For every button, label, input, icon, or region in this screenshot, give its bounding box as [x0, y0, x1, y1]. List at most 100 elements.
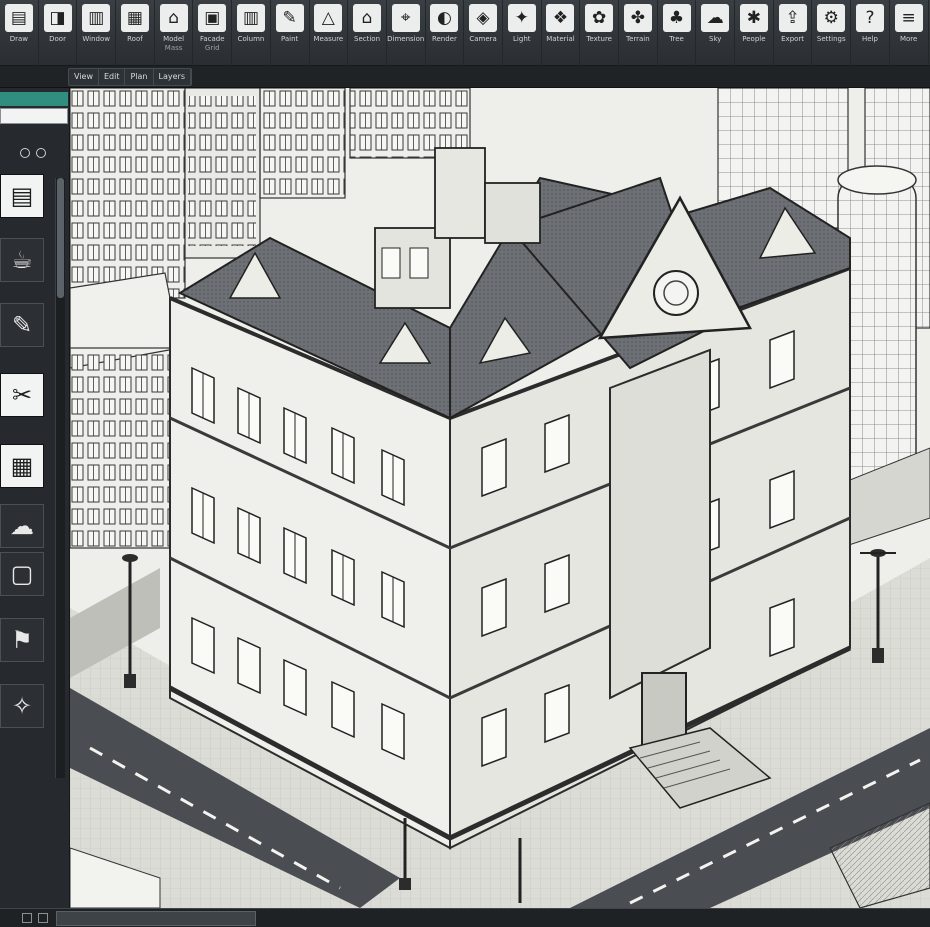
help-icon: ?: [855, 4, 884, 32]
tool-label: More: [899, 35, 918, 43]
status-tab[interactable]: [56, 910, 256, 926]
fixture-icon: ☕: [11, 246, 33, 274]
wall-icon: ▤: [4, 4, 33, 32]
library-item-spark[interactable]: ✧: [0, 684, 44, 728]
block-icon: ▦: [10, 452, 34, 480]
tree-icon: ♣: [662, 4, 691, 32]
tool-label: Paint: [280, 35, 299, 43]
library-item-block[interactable]: ▦: [0, 444, 44, 488]
tab-edit[interactable]: Edit: [99, 69, 126, 85]
tool-label: Roof: [127, 35, 143, 43]
door-icon: ◨: [43, 4, 72, 32]
tool-label: Measure: [313, 35, 344, 43]
grid-toggle-icon[interactable]: [38, 913, 48, 923]
tool-camera-button[interactable]: ◈ Camera: [464, 0, 503, 66]
facade-icon: ▣: [198, 4, 227, 32]
tool-dimension-button[interactable]: ⌖ Dimension: [387, 0, 426, 66]
tool-brush-button[interactable]: ✎ Paint: [271, 0, 310, 66]
camera-icon: ◈: [469, 4, 498, 32]
tool-material-button[interactable]: ❖ Material: [542, 0, 581, 66]
tool-cloud-button[interactable]: ☁ Sky: [696, 0, 736, 66]
tool-render-button[interactable]: ◐ Render: [426, 0, 465, 66]
pen-icon: ✎: [11, 311, 33, 339]
panel-close-icon[interactable]: [36, 148, 46, 158]
tab-layers[interactable]: Layers: [154, 69, 191, 85]
dimension-icon: ⌖: [391, 4, 420, 32]
tool-label: Export: [781, 35, 805, 43]
app-window: ▤ Draw ◨ Door ▥ Window ▦ Roof ⌂ Model Ma…: [0, 0, 930, 927]
model-viewport[interactable]: [70, 88, 930, 908]
tool-label: Settings: [816, 35, 846, 43]
tool-door-button[interactable]: ◨ Door: [39, 0, 78, 66]
cut-icon: ✂: [11, 381, 33, 409]
material-icon: ❖: [546, 4, 575, 32]
ribbon-toolbar: ▤ Draw ◨ Door ▥ Window ▦ Roof ⌂ Model Ma…: [0, 0, 930, 66]
panel-scrollbar[interactable]: [55, 178, 65, 778]
sketch-icon: ▤: [10, 182, 34, 210]
tool-label: Material: [546, 35, 575, 43]
tool-label: Help: [861, 35, 878, 43]
tool-column-button[interactable]: ▥ Column: [232, 0, 271, 66]
tool-label: Facade: [200, 35, 225, 43]
library-item-frame[interactable]: ▢: [0, 552, 44, 596]
tool-label: Tree: [669, 35, 684, 43]
column-icon: ▥: [236, 4, 265, 32]
tool-terrain-button[interactable]: ✤ Terrain: [619, 0, 658, 66]
tool-label: Dimension: [387, 35, 425, 43]
tool-roof-button[interactable]: ▦ Roof: [116, 0, 155, 66]
tool-section-button[interactable]: ⌂ Section: [348, 0, 387, 66]
export-icon: ⇪: [778, 4, 807, 32]
tool-wall-button[interactable]: ▤ Draw: [0, 0, 39, 66]
tool-label: Light: [513, 35, 531, 43]
tool-label: Window: [82, 35, 111, 43]
library-item-fixture[interactable]: ☕: [0, 238, 44, 282]
tool-help-button[interactable]: ? Help: [851, 0, 890, 66]
view-tabs: View Edit Plan Layers: [68, 68, 192, 86]
tab-view[interactable]: View: [69, 69, 99, 85]
tool-tree-button[interactable]: ♣ Tree: [658, 0, 697, 66]
library-item-sketch[interactable]: ▤: [0, 174, 44, 218]
tool-building-button[interactable]: ⌂ Model Mass: [155, 0, 194, 66]
cloud-icon: ☁: [10, 512, 34, 540]
tab-plan[interactable]: Plan: [125, 69, 154, 85]
tool-label: Column: [237, 35, 265, 43]
tool-facade-button[interactable]: ▣ Facade Grid: [193, 0, 233, 66]
tool-label: Door: [49, 35, 66, 43]
tool-figure-button[interactable]: ✱ People: [735, 0, 774, 66]
tool-label: Terrain: [625, 35, 650, 43]
panel-controls: [20, 146, 68, 160]
building-sketch-canvas[interactable]: [70, 88, 930, 908]
light-icon: ✦: [507, 4, 536, 32]
tool-light-button[interactable]: ✦ Light: [503, 0, 542, 66]
panel-header: [0, 92, 68, 106]
view-toolbar: View Edit Plan Layers: [0, 66, 930, 88]
render-icon: ◐: [430, 4, 459, 32]
tool-label: Section: [354, 35, 381, 43]
panel-scrollbar-thumb[interactable]: [57, 178, 64, 298]
terrain-icon: ✤: [623, 4, 652, 32]
library-item-flag[interactable]: ⚑: [0, 618, 44, 662]
flag-icon: ⚑: [11, 626, 33, 654]
brush-icon: ✎: [275, 4, 304, 32]
tool-label: Sky: [709, 35, 722, 43]
measure-icon: △: [314, 4, 343, 32]
library-item-cut[interactable]: ✂: [0, 373, 44, 417]
tool-export-button[interactable]: ⇪ Export: [774, 0, 813, 66]
tool-more-button[interactable]: ≡ More: [890, 0, 929, 66]
tool-label: Texture: [586, 35, 612, 43]
roof-icon: ▦: [120, 4, 149, 32]
tool-texture-button[interactable]: ✿ Texture: [580, 0, 619, 66]
tool-measure-button[interactable]: △ Measure: [310, 0, 349, 66]
panel-option-icon[interactable]: [20, 148, 30, 158]
tool-sublabel: Grid: [204, 44, 220, 52]
tool-settings-button[interactable]: ⚙ Settings: [812, 0, 852, 66]
library-item-pen[interactable]: ✎: [0, 303, 44, 347]
texture-icon: ✿: [585, 4, 614, 32]
tool-window-button[interactable]: ▥ Window: [77, 0, 117, 66]
spark-icon: ✧: [11, 692, 33, 720]
snap-toggle-icon[interactable]: [22, 913, 32, 923]
cloud-icon: ☁: [701, 4, 730, 32]
figure-icon: ✱: [739, 4, 768, 32]
library-item-cloud[interactable]: ☁: [0, 504, 44, 548]
panel-search-input[interactable]: [0, 108, 68, 124]
